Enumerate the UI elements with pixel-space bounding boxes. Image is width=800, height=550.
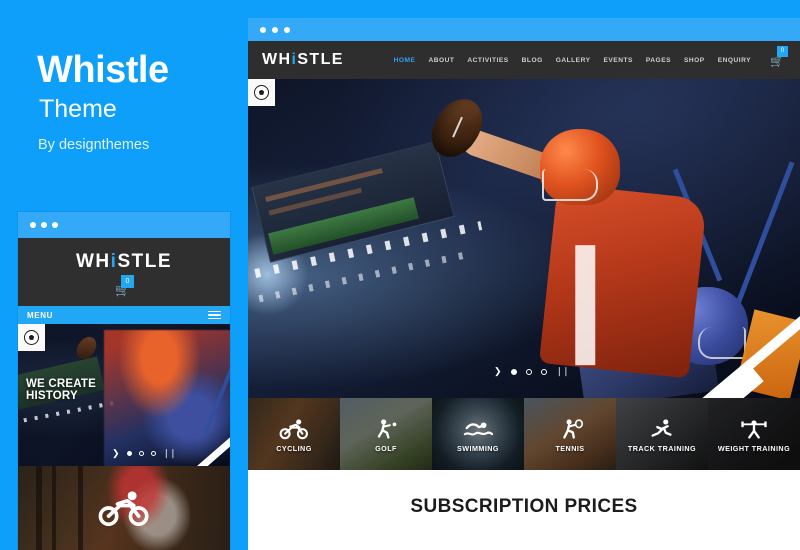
hero-scoreboard-decor xyxy=(251,141,455,263)
hero-blue-accent-1 xyxy=(732,161,795,313)
site-logo-part1: WH xyxy=(262,51,292,68)
slider-dot-3[interactable] xyxy=(150,451,156,456)
browser-titlebar xyxy=(248,18,800,41)
slider-dot-3[interactable] xyxy=(540,368,547,375)
nav-item-about[interactable]: ABOUT xyxy=(428,57,454,64)
soccer-ball-icon xyxy=(254,85,269,100)
activity-label-weight-training: WEIGHT TRAINING xyxy=(717,443,791,453)
hero-slider[interactable]: ❯ ❘❘ xyxy=(248,79,800,398)
mobile-site-header: WHiSTLE 🛒 0 xyxy=(18,238,230,306)
slider-next-arrow-icon[interactable]: ❯ xyxy=(494,367,502,376)
mobile-hero-caption-line1: WE CREATE xyxy=(26,378,96,390)
slider-pause-icon[interactable]: ❘❘ xyxy=(556,367,570,376)
activity-label-golf: GOLF xyxy=(375,443,397,453)
cycling-icon xyxy=(279,418,308,439)
mobile-site-logo[interactable]: WHiSTLE xyxy=(76,251,172,273)
running-icon xyxy=(651,418,672,437)
promo-subtitle: Theme xyxy=(39,95,117,123)
window-dot-maximize-icon[interactable] xyxy=(284,26,290,33)
window-dot-minimize-icon[interactable] xyxy=(272,26,278,33)
nav-item-gallery[interactable]: GALLERY xyxy=(556,57,591,64)
mobile-logo-part2: STLE xyxy=(117,251,172,272)
mobile-titlebar xyxy=(18,212,230,238)
slider-dot-2[interactable] xyxy=(138,451,144,456)
slider-next-arrow-icon[interactable]: ❯ xyxy=(112,449,120,458)
slider-dot-1[interactable] xyxy=(510,368,517,375)
site-logo[interactable]: WHiSTLE xyxy=(262,51,344,69)
subscription-title: SUBSCRIPTION PRICES xyxy=(410,496,638,517)
nav-item-shop[interactable]: SHOP xyxy=(684,57,705,64)
mobile-activity-card-cycling[interactable] xyxy=(18,466,230,550)
nav-item-activities[interactable]: ACTIVITIES xyxy=(467,57,508,64)
mobile-hero-caption: WE CREATE HISTORY xyxy=(26,378,96,402)
cart-badge: 0 xyxy=(777,46,788,57)
cycling-icon xyxy=(98,491,149,526)
weightlifting-icon xyxy=(741,419,767,439)
hero-red-player-jersey-image xyxy=(539,183,707,379)
slider-dot-1[interactable] xyxy=(126,451,132,456)
activity-card-golf[interactable]: GOLF xyxy=(340,398,432,470)
mobile-menu-bar[interactable]: MENU xyxy=(18,306,230,324)
activity-card-swimming[interactable]: SWIMMING xyxy=(432,398,524,470)
mobile-cart-button[interactable]: 🛒 0 xyxy=(115,275,134,296)
hero-slider-controls[interactable]: ❯ ❘❘ xyxy=(494,367,570,376)
nav-item-enquiry[interactable]: ENQUIRY xyxy=(718,57,751,64)
mobile-cart-badge: 0 xyxy=(121,275,134,288)
activity-label-track-training: TRACK TRAINING xyxy=(627,443,697,453)
browser-window[interactable]: WHiSTLE HOME ABOUT ACTIVITIES BLOG GALLE… xyxy=(248,18,800,550)
promo-byline: By designthemes xyxy=(38,137,150,153)
cart-icon: 🛒 xyxy=(770,56,784,68)
activity-label-swimming: SWIMMING xyxy=(457,443,499,453)
mobile-hero-player-image xyxy=(104,330,230,466)
activity-card-weight-training[interactable]: WEIGHT TRAINING xyxy=(708,398,800,470)
soccer-ball-icon xyxy=(24,330,39,345)
window-dot-close-icon[interactable] xyxy=(30,222,36,228)
site-header: WHiSTLE HOME ABOUT ACTIVITIES BLOG GALLE… xyxy=(248,41,800,79)
nav-item-home[interactable]: HOME xyxy=(394,57,416,64)
window-dot-minimize-icon[interactable] xyxy=(41,222,47,228)
mobile-hero-caption-line2: HISTORY xyxy=(26,390,78,403)
mobile-slider-controls[interactable]: ❯ ❘❘ xyxy=(112,449,177,458)
nav-item-pages[interactable]: PAGES xyxy=(646,57,671,64)
hero-soccer-ball-badge xyxy=(248,79,275,106)
activity-label-cycling: CYCLING xyxy=(276,443,312,453)
mobile-menu-label: MENU xyxy=(27,310,53,320)
window-dot-maximize-icon[interactable] xyxy=(52,222,58,228)
nav-item-events[interactable]: EVENTS xyxy=(604,57,633,64)
subscription-section: SUBSCRIPTION PRICES xyxy=(248,470,800,550)
mobile-logo-part1: WH xyxy=(76,251,111,272)
page-title: Whistle xyxy=(37,49,169,91)
activities-strip: CYCLING GOLF SWIMMING TENNIS TRACK TRAIN… xyxy=(248,398,800,470)
activity-card-track-training[interactable]: TRACK TRAINING xyxy=(616,398,708,470)
hero-red-helmet-image xyxy=(540,129,620,205)
window-dot-close-icon[interactable] xyxy=(260,26,266,33)
slider-pause-icon[interactable]: ❘❘ xyxy=(163,449,177,458)
swimming-icon xyxy=(463,421,493,436)
activity-card-cycling[interactable]: CYCLING xyxy=(248,398,340,470)
nav-item-blog[interactable]: BLOG xyxy=(522,57,543,64)
tennis-icon xyxy=(563,418,584,439)
activity-label-tennis: TENNIS xyxy=(555,443,585,453)
mobile-hero-slider[interactable]: WE CREATE HISTORY ❯ ❘❘ xyxy=(18,324,230,466)
mobile-soccer-ball-badge xyxy=(18,324,45,351)
hamburger-icon[interactable] xyxy=(208,308,221,321)
golf-icon xyxy=(377,418,397,439)
mobile-preview-card[interactable]: WHiSTLE 🛒 0 MENU WE CREATE HISTORY ❯ ❘❘ xyxy=(18,212,230,550)
slider-dot-2[interactable] xyxy=(525,368,532,375)
main-navigation: HOME ABOUT ACTIVITIES BLOG GALLERY EVENT… xyxy=(394,46,788,68)
activity-card-tennis[interactable]: TENNIS xyxy=(524,398,616,470)
site-logo-part2: STLE xyxy=(297,51,344,68)
cart-button[interactable]: 🛒 0 xyxy=(770,46,788,68)
